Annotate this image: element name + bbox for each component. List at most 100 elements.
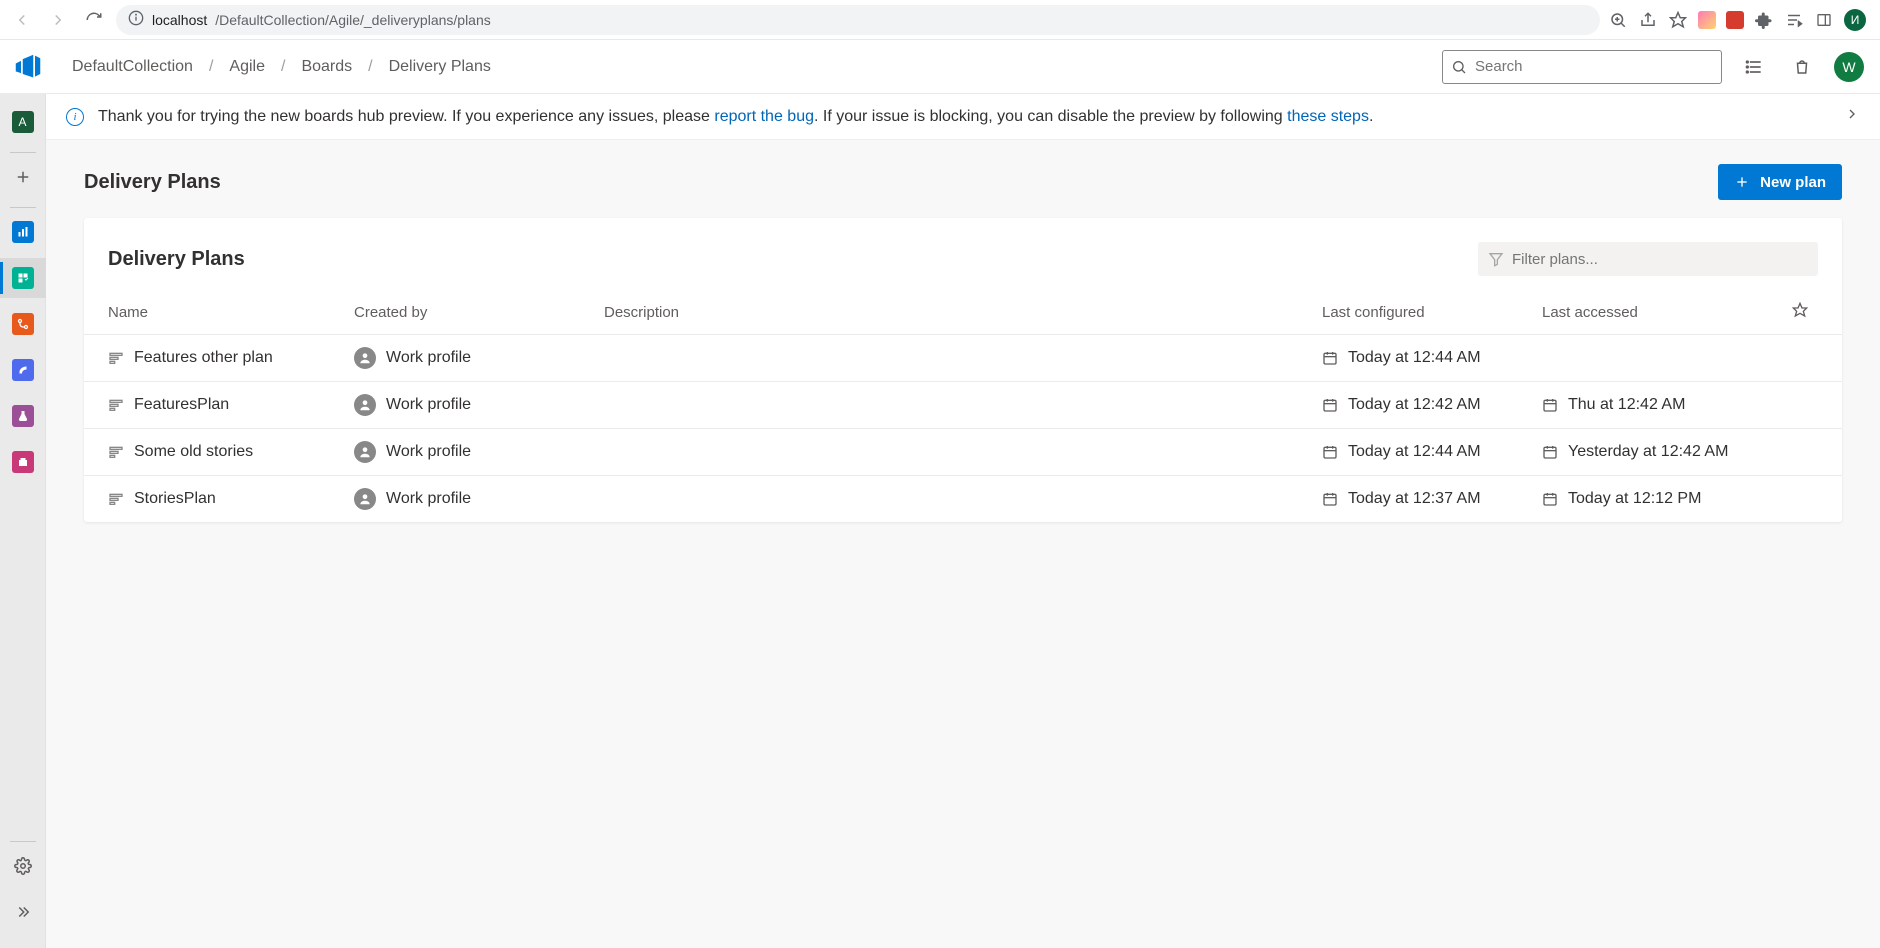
breadcrumb-item[interactable]: Delivery Plans bbox=[389, 58, 491, 76]
search-input[interactable] bbox=[1475, 58, 1713, 75]
panel-icon[interactable] bbox=[1814, 10, 1834, 30]
these-steps-link[interactable]: these steps bbox=[1287, 108, 1369, 125]
filter-input[interactable] bbox=[1512, 251, 1808, 268]
filter-box[interactable] bbox=[1478, 242, 1818, 276]
overview-icon bbox=[12, 221, 34, 243]
playlist-icon[interactable] bbox=[1784, 10, 1804, 30]
gear-icon bbox=[14, 857, 32, 875]
page-title: Delivery Plans bbox=[84, 171, 221, 194]
calendar-icon bbox=[1542, 491, 1558, 507]
col-name[interactable]: Name bbox=[84, 290, 354, 335]
search-box[interactable] bbox=[1442, 50, 1722, 84]
last-accessed: Yesterday at 12:42 AM bbox=[1568, 443, 1728, 461]
shopping-bag-icon[interactable] bbox=[1786, 51, 1818, 83]
table-row[interactable]: Features other plan Work profile Today at … bbox=[84, 335, 1842, 382]
reload-button[interactable] bbox=[80, 6, 108, 34]
plan-name: StoriesPlan bbox=[134, 490, 216, 508]
person-icon bbox=[354, 394, 376, 416]
share-icon[interactable] bbox=[1638, 10, 1658, 30]
calendar-icon bbox=[1322, 491, 1338, 507]
nav-overview[interactable] bbox=[0, 212, 46, 252]
nav-boards[interactable] bbox=[0, 258, 46, 298]
table-row[interactable]: Some old stories Work profile Today at 12:… bbox=[84, 429, 1842, 476]
test-icon bbox=[12, 405, 34, 427]
pipelines-icon bbox=[12, 359, 34, 381]
chevron-double-right-icon bbox=[14, 903, 32, 921]
created-by: Work profile bbox=[386, 443, 471, 461]
report-bug-link[interactable]: report the bug bbox=[714, 108, 814, 125]
new-plan-button[interactable]: New plan bbox=[1718, 164, 1842, 200]
artifacts-icon bbox=[12, 451, 34, 473]
plans-table: Name Created by Description Last configu… bbox=[84, 290, 1842, 522]
repos-icon bbox=[12, 313, 34, 335]
plan-icon bbox=[108, 444, 124, 460]
col-last-configured[interactable]: Last configured bbox=[1322, 290, 1542, 335]
nav-testplans[interactable] bbox=[0, 396, 46, 436]
plus-icon bbox=[1734, 174, 1750, 190]
site-info-icon[interactable] bbox=[128, 10, 144, 29]
star-icon bbox=[1792, 302, 1808, 318]
list-icon[interactable] bbox=[1738, 51, 1770, 83]
zoom-icon[interactable] bbox=[1608, 10, 1628, 30]
plan-icon bbox=[108, 397, 124, 413]
extension-icon[interactable] bbox=[1726, 11, 1744, 29]
breadcrumb-item[interactable]: Agile bbox=[229, 58, 265, 76]
calendar-icon bbox=[1542, 444, 1558, 460]
address-bar[interactable]: localhost/DefaultCollection/Agile/_deliv… bbox=[116, 5, 1600, 35]
last-configured: Today at 12:42 AM bbox=[1348, 396, 1481, 414]
extension-icon[interactable] bbox=[1698, 11, 1716, 29]
col-last-accessed[interactable]: Last accessed bbox=[1542, 290, 1782, 335]
col-favorite[interactable] bbox=[1782, 290, 1842, 335]
left-nav: A bbox=[0, 94, 46, 948]
last-configured: Today at 12:37 AM bbox=[1348, 490, 1481, 508]
app-header: DefaultCollection / Agile / Boards / Del… bbox=[0, 40, 1880, 94]
search-icon bbox=[1451, 59, 1467, 75]
bookmark-icon[interactable] bbox=[1668, 10, 1688, 30]
created-by: Work profile bbox=[386, 490, 471, 508]
nav-pipelines[interactable] bbox=[0, 350, 46, 390]
notice-next-icon[interactable] bbox=[1844, 106, 1860, 127]
calendar-icon bbox=[1322, 397, 1338, 413]
person-icon bbox=[354, 488, 376, 510]
preview-notice: i Thank you for trying the new boards hu… bbox=[46, 94, 1880, 140]
boards-icon bbox=[12, 267, 34, 289]
table-row[interactable]: StoriesPlan Work profile Today at 12:37 AM… bbox=[84, 476, 1842, 523]
created-by: Work profile bbox=[386, 349, 471, 367]
breadcrumb-item[interactable]: DefaultCollection bbox=[72, 58, 193, 76]
breadcrumb: DefaultCollection / Agile / Boards / Del… bbox=[72, 58, 491, 76]
plan-name: Features other plan bbox=[134, 349, 273, 367]
person-icon bbox=[354, 347, 376, 369]
created-by: Work profile bbox=[386, 396, 471, 414]
nav-artifacts[interactable] bbox=[0, 442, 46, 482]
plan-name: FeaturesPlan bbox=[134, 396, 229, 414]
col-description[interactable]: Description bbox=[604, 290, 1322, 335]
table-row[interactable]: FeaturesPlan Work profile Today at 12:42 A… bbox=[84, 382, 1842, 429]
azure-devops-logo-icon[interactable] bbox=[14, 53, 42, 81]
calendar-icon bbox=[1542, 397, 1558, 413]
settings-button[interactable] bbox=[0, 846, 46, 886]
user-avatar[interactable]: W bbox=[1834, 52, 1864, 82]
back-button[interactable] bbox=[8, 6, 36, 34]
plan-name: Some old stories bbox=[134, 443, 253, 461]
nav-repos[interactable] bbox=[0, 304, 46, 344]
last-accessed: Today at 12:12 PM bbox=[1568, 490, 1701, 508]
extensions-menu-icon[interactable] bbox=[1754, 10, 1774, 30]
card-title: Delivery Plans bbox=[108, 248, 245, 271]
info-icon: i bbox=[66, 108, 84, 126]
plan-icon bbox=[108, 350, 124, 366]
forward-button[interactable] bbox=[44, 6, 72, 34]
notice-text: Thank you for trying the new boards hub … bbox=[98, 108, 1373, 126]
url-host: localhost bbox=[152, 12, 207, 28]
new-item-button[interactable] bbox=[0, 157, 46, 197]
plans-card: Delivery Plans Name Created by Descripti… bbox=[84, 218, 1842, 522]
calendar-icon bbox=[1322, 350, 1338, 366]
last-configured: Today at 12:44 AM bbox=[1348, 443, 1481, 461]
col-created-by[interactable]: Created by bbox=[354, 290, 604, 335]
expand-nav-button[interactable] bbox=[0, 892, 46, 932]
browser-toolbar: localhost/DefaultCollection/Agile/_deliv… bbox=[0, 0, 1880, 40]
breadcrumb-item[interactable]: Boards bbox=[301, 58, 352, 76]
last-accessed: Thu at 12:42 AM bbox=[1568, 396, 1685, 414]
profile-avatar[interactable]: И bbox=[1844, 9, 1866, 31]
project-avatar[interactable]: A bbox=[0, 102, 46, 142]
last-configured: Today at 12:44 AM bbox=[1348, 349, 1481, 367]
